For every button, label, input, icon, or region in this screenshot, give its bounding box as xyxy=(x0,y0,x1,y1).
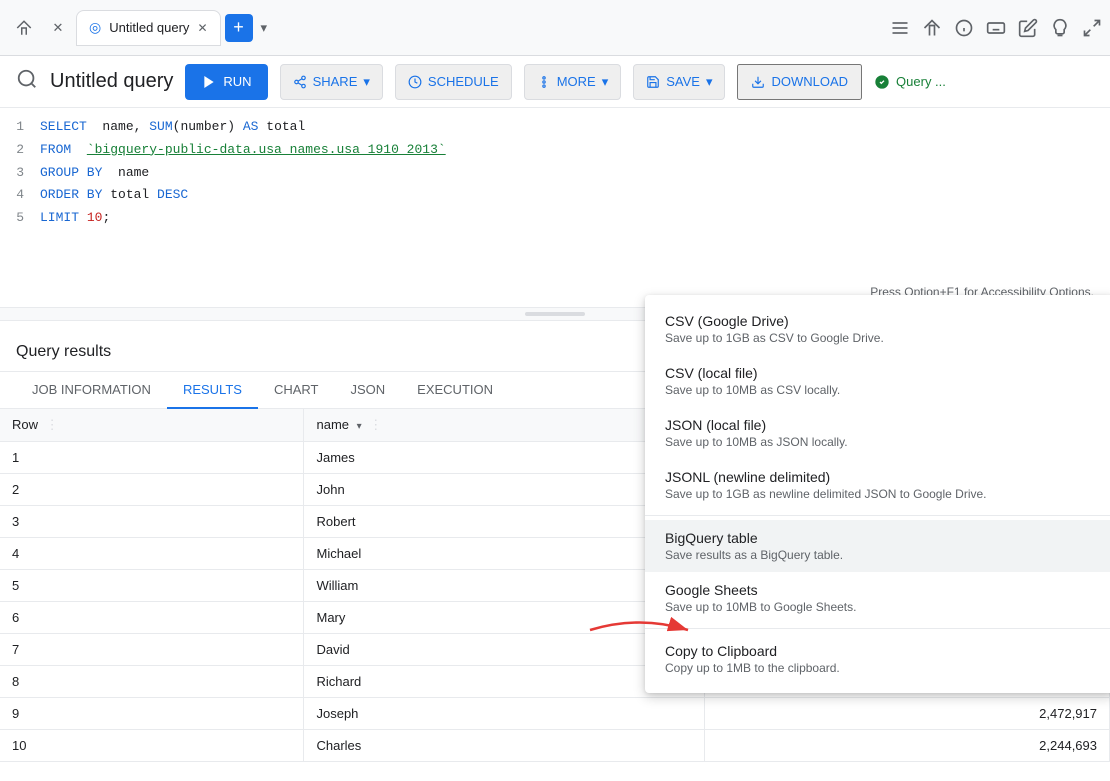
dropdown-item-title: CSV (Google Drive) xyxy=(665,313,1095,329)
query-search-icon xyxy=(16,68,38,95)
save-chevron: ▾ xyxy=(706,74,713,90)
home-button[interactable] xyxy=(8,12,40,44)
dropdown-item-title: JSON (local file) xyxy=(665,417,1095,433)
tab-execution[interactable]: EXECUTION xyxy=(401,372,509,409)
dropdown-item-desc: Copy up to 1MB to the clipboard. xyxy=(665,661,1095,675)
tab-results[interactable]: RESULTS xyxy=(167,372,258,409)
lightbulb-icon[interactable] xyxy=(1050,18,1070,38)
dropdown-item-title: JSONL (newline delimited) xyxy=(665,469,1095,485)
query-status: Query ... xyxy=(874,74,946,90)
run-button[interactable]: RUN xyxy=(185,64,267,100)
tab-job-information[interactable]: JOB INFORMATION xyxy=(16,372,167,409)
dropdown-item-desc: Save up to 1GB as CSV to Google Drive. xyxy=(665,331,1095,345)
tab-close-left[interactable]: ✕ xyxy=(44,14,72,42)
table-row: 10Charles2,244,693 xyxy=(0,730,1110,762)
editor-line-3: 3 GROUP BY name xyxy=(0,162,1110,185)
tab-more-button[interactable]: ▾ xyxy=(261,20,268,36)
expand-icon[interactable] xyxy=(1082,18,1102,38)
more-button[interactable]: MORE ▾ xyxy=(524,64,622,100)
editor-line-5: 5 LIMIT 10; xyxy=(0,207,1110,230)
save-results-dropdown: CSV (Google Drive) Save up to 1GB as CSV … xyxy=(645,295,1110,693)
dropdown-item-1[interactable]: CSV (local file) Save up to 10MB as CSV l… xyxy=(645,355,1110,407)
dropdown-item-title: BigQuery table xyxy=(665,530,1095,546)
dropdown-item-desc: Save up to 10MB to Google Sheets. xyxy=(665,600,1095,614)
dropdown-item-title: CSV (local file) xyxy=(665,365,1095,381)
more-chevron: ▾ xyxy=(602,74,609,90)
dropdown-item-desc: Save up to 10MB as CSV locally. xyxy=(665,383,1095,397)
edit-icon[interactable] xyxy=(1018,18,1038,38)
new-tab-button[interactable]: + xyxy=(225,14,253,42)
dropdown-item-0[interactable]: CSV (Google Drive) Save up to 1GB as CSV … xyxy=(645,303,1110,355)
tab-query-icon: ◎ xyxy=(89,19,101,36)
chrome-tab-bar: ✕ ◎ Untitled query ✕ + ▾ xyxy=(0,0,1110,56)
new-tab-icon: + xyxy=(233,17,244,38)
share-button[interactable]: SHARE ▾ xyxy=(280,64,383,100)
table-row: 9Joseph2,472,917 xyxy=(0,698,1110,730)
download-button[interactable]: DOWNLOAD xyxy=(737,64,862,100)
tab-label: Untitled query xyxy=(109,20,189,35)
dropdown-item-2[interactable]: JSON (local file) Save up to 10MB as JSON… xyxy=(645,407,1110,459)
dropdown-item-3[interactable]: JSONL (newline delimited) Save up to 1GB … xyxy=(645,459,1110,511)
menu-icon[interactable] xyxy=(890,18,910,38)
share-chevron: ▾ xyxy=(363,74,370,90)
chrome-actions xyxy=(890,18,1102,38)
col-header-row[interactable]: Row ⋮ xyxy=(0,409,304,442)
tab-json[interactable]: JSON xyxy=(334,372,401,409)
query-title: Untitled query xyxy=(50,70,173,93)
dropdown-item-6[interactable]: Copy to Clipboard Copy up to 1MB to the c… xyxy=(645,633,1110,685)
dropdown-item-desc: Save results as a BigQuery table. xyxy=(665,548,1095,562)
tab-close-icon[interactable]: ✕ xyxy=(197,21,207,35)
main-toolbar: Untitled query RUN SHARE ▾ SCHEDULE MORE… xyxy=(0,56,1110,108)
keyboard-icon[interactable] xyxy=(986,18,1006,38)
code-editor[interactable]: 1 SELECT name, SUM(number) AS total 2 FR… xyxy=(0,108,1110,308)
tab-chart[interactable]: CHART xyxy=(258,372,335,409)
schedule-button[interactable]: SCHEDULE xyxy=(395,64,512,100)
dropdown-item-desc: Save up to 1GB as newline delimited JSON… xyxy=(665,487,1095,501)
query-tab[interactable]: ◎ Untitled query ✕ xyxy=(76,10,221,46)
editor-line-2: 2 FROM `bigquery-public-data.usa_names.u… xyxy=(0,139,1110,162)
editor-line-4: 4 ORDER BY total DESC xyxy=(0,184,1110,207)
dropdown-item-4[interactable]: BigQuery table Save results as a BigQuery… xyxy=(645,520,1110,572)
info-icon[interactable] xyxy=(954,18,974,38)
results-title: Query results xyxy=(16,343,111,361)
dropdown-item-desc: Save up to 10MB as JSON locally. xyxy=(665,435,1095,449)
save-button[interactable]: SAVE ▾ xyxy=(633,64,725,100)
dropdown-item-title: Copy to Clipboard xyxy=(665,643,1095,659)
editor-line-1: 1 SELECT name, SUM(number) AS total xyxy=(0,116,1110,139)
bookmark-icon[interactable] xyxy=(922,18,942,38)
dropdown-item-title: Google Sheets xyxy=(665,582,1095,598)
dropdown-item-5[interactable]: Google Sheets Save up to 10MB to Google S… xyxy=(645,572,1110,624)
